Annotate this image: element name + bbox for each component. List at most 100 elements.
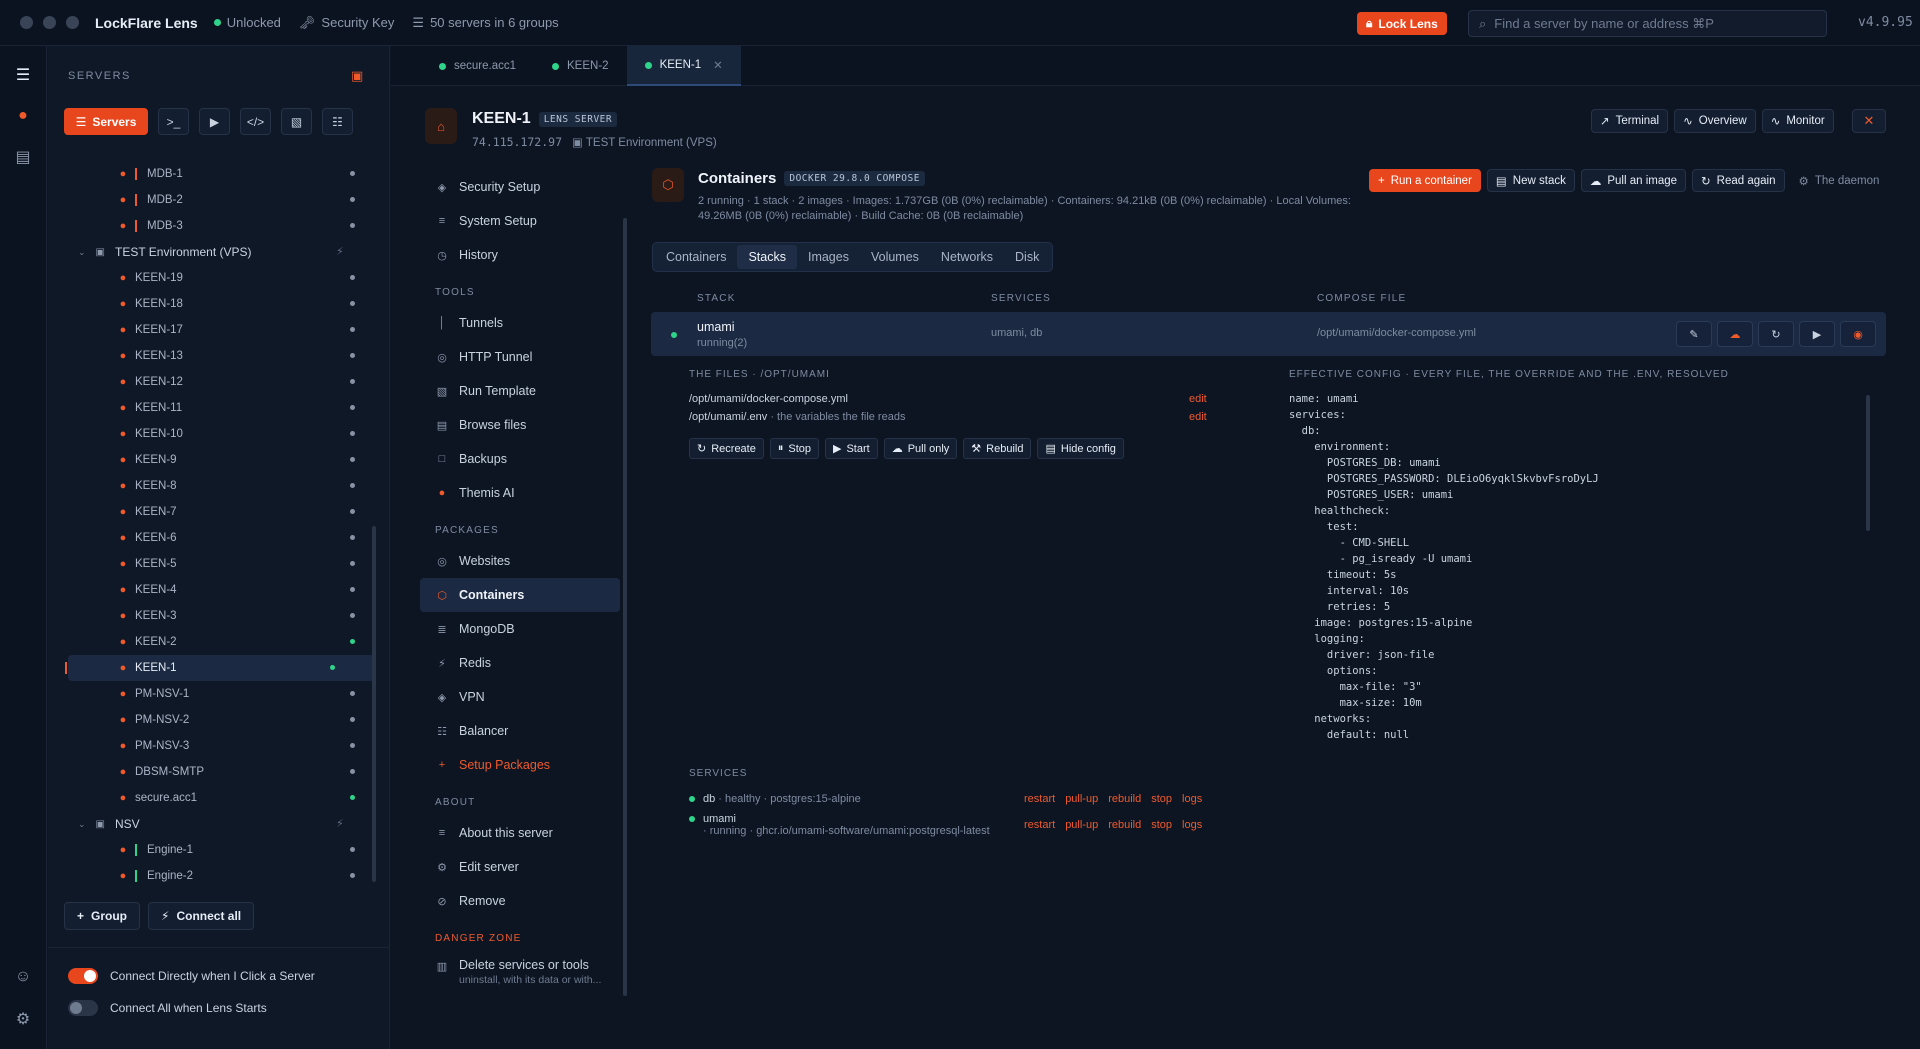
nav-security-setup[interactable]: ◈ Security Setup [420,170,620,204]
service-pull-up-link[interactable]: pull-up [1065,793,1098,805]
maximize-window-button[interactable] [66,16,79,29]
server-row[interactable]: ● KEEN-18 [48,291,390,317]
daemon-link[interactable]: ⚙ The daemon [1799,174,1880,188]
pull-only-button[interactable]: ☁ Pull only [883,438,958,459]
start-stack-button[interactable]: ▶ [1799,321,1835,347]
minimize-window-button[interactable] [43,16,56,29]
nav-delete-services[interactable]: ▥ Delete services or tools uninstall, wi… [420,952,620,994]
read-again-button[interactable]: ↻ Read again [1692,169,1785,192]
chevron-down-icon[interactable]: ⌄ [78,247,86,258]
server-row[interactable]: ● secure.acc1 [48,785,390,811]
nav-websites[interactable]: ◎ Websites [420,544,620,578]
service-stop-link[interactable]: stop [1151,793,1172,805]
package-tool-button[interactable]: ▧ [281,108,312,135]
subtab[interactable]: Disk [1004,245,1050,269]
nav-backups[interactable]: □ Backups [420,442,620,476]
nav-redis[interactable]: ⚡︎ Redis [420,646,620,680]
servers-rail-icon[interactable]: ☰ [12,64,34,86]
server-row[interactable]: ● MDB-1 [48,161,390,187]
play-tool-button[interactable]: ▶ [199,108,230,135]
subtab[interactable]: Volumes [860,245,930,269]
server-row[interactable]: ● KEEN-12 [48,369,390,395]
overview-button[interactable]: ∿ Overview [1674,109,1756,133]
service-rebuild-link[interactable]: rebuild [1108,819,1141,831]
server-tab[interactable]: KEEN-1 ✕ [626,46,741,86]
nav-run-template[interactable]: ▧ Run Template [420,374,620,408]
server-row[interactable]: ● PM-NSV-3 [48,733,390,759]
service-stop-link[interactable]: stop [1151,819,1172,831]
monitor-button[interactable]: ∿ Monitor [1761,109,1834,133]
network-tool-button[interactable]: ☷ [322,108,353,135]
server-row[interactable]: ● PM-NSV-1 [48,681,390,707]
nav-themis-ai[interactable]: ● Themis AI [420,476,620,510]
nav-containers[interactable]: ⬡ Containers [420,578,620,612]
nav-system-setup[interactable]: ≡ System Setup [420,204,620,238]
server-row[interactable]: ● DBSM-SMTP [48,759,390,785]
server-row[interactable]: ● KEEN-11 [48,395,390,421]
service-rebuild-link[interactable]: rebuild [1108,793,1141,805]
nav-http-tunnel[interactable]: ◎ HTTP Tunnel [420,340,620,374]
stack-row[interactable]: umami running(2) umami, db /opt/umami/do… [651,312,1886,356]
server-row[interactable]: ● Engine-1 [48,837,390,863]
pull-stack-button[interactable]: ☁ [1717,321,1753,347]
folder-rail-icon[interactable]: ▤ [12,146,34,168]
server-row[interactable]: ● KEEN-19 [48,265,390,291]
sidebar-collapse-icon[interactable]: ▣ [351,68,363,84]
flame-rail-icon[interactable]: ● [12,105,34,127]
server-search-input[interactable]: ⌕ Find a server by name or address ⌘P [1468,10,1827,37]
subtab[interactable]: Networks [930,245,1004,269]
server-row[interactable]: ● KEEN-17 [48,317,390,343]
server-row[interactable]: ● MDB-2 [48,187,390,213]
server-row[interactable]: ● KEEN-3 [48,603,390,629]
server-row[interactable]: ● KEEN-10 [48,421,390,447]
server-row[interactable]: ● KEEN-13 [48,343,390,369]
service-logs-link[interactable]: logs [1182,819,1202,831]
restart-stack-button[interactable]: ↻ [1758,321,1794,347]
lock-lens-button[interactable]: 🔒︎ Lock Lens [1357,12,1447,35]
close-server-button[interactable]: ✕ [1852,109,1886,133]
start-button[interactable]: ▶ Start [825,438,878,459]
nav-about-server[interactable]: ≡ About this server [420,816,620,850]
bolt-icon[interactable]: ⚡︎ [336,245,344,258]
terminal-tool-button[interactable]: >_ [158,108,189,135]
server-row[interactable]: ● Engine-2 [48,863,390,889]
service-restart-link[interactable]: restart [1024,819,1055,831]
server-row[interactable]: ● KEEN-4 [48,577,390,603]
server-row[interactable]: ● PM-NSV-2 [48,707,390,733]
add-group-button[interactable]: + Group [64,902,141,930]
edit-file-link[interactable]: edit [1189,411,1207,423]
server-row[interactable]: ● KEEN-2 [48,629,390,655]
server-tab[interactable]: KEEN-2 [534,46,627,86]
sidebar-scrollbar[interactable] [372,526,376,882]
subtab[interactable]: Containers [655,245,737,269]
recreate-button[interactable]: ↻ Recreate [689,438,764,459]
stop-button[interactable]: ⏸︎ Stop [769,438,819,459]
server-row[interactable]: ● KEEN-8 [48,473,390,499]
server-row[interactable]: ● KEEN-7 [48,499,390,525]
connect-all-toggle[interactable] [68,1000,98,1016]
gear-icon[interactable]: ⚙ [12,1008,34,1030]
nav-scrollbar[interactable] [623,218,627,996]
rebuild-button[interactable]: ⚒ Rebuild [963,438,1032,459]
nav-browse-files[interactable]: ▤ Browse files [420,408,620,442]
terminal-button[interactable]: ↗ Terminal [1591,109,1669,133]
nav-setup-packages[interactable]: + Setup Packages [420,748,620,782]
server-row[interactable]: ● KEEN-5 [48,551,390,577]
chevron-down-icon[interactable]: ⌄ [78,819,86,830]
nav-tunnels[interactable]: │ Tunnels [420,306,620,340]
nav-history[interactable]: ◷ History [420,238,620,272]
new-stack-button[interactable]: ▤ New stack [1486,169,1575,192]
service-pull-up-link[interactable]: pull-up [1065,819,1098,831]
server-group-row[interactable]: ⌄ ▣ NSV ⚡︎ [48,811,390,837]
close-window-button[interactable] [20,16,33,29]
subtab[interactable]: Images [797,245,860,269]
servers-button[interactable]: ☰ Servers [64,108,148,135]
server-row[interactable]: ● KEEN-1 [65,655,374,681]
server-row[interactable]: ● KEEN-9 [48,447,390,473]
pull-image-button[interactable]: ☁ Pull an image [1580,169,1687,192]
connect-direct-toggle[interactable] [68,968,98,984]
stop-stack-button[interactable]: ◉ [1840,321,1876,347]
nav-vpn[interactable]: ◈ VPN [420,680,620,714]
server-tab[interactable]: secure.acc1 [421,46,534,86]
subtab[interactable]: Stacks [737,245,797,269]
